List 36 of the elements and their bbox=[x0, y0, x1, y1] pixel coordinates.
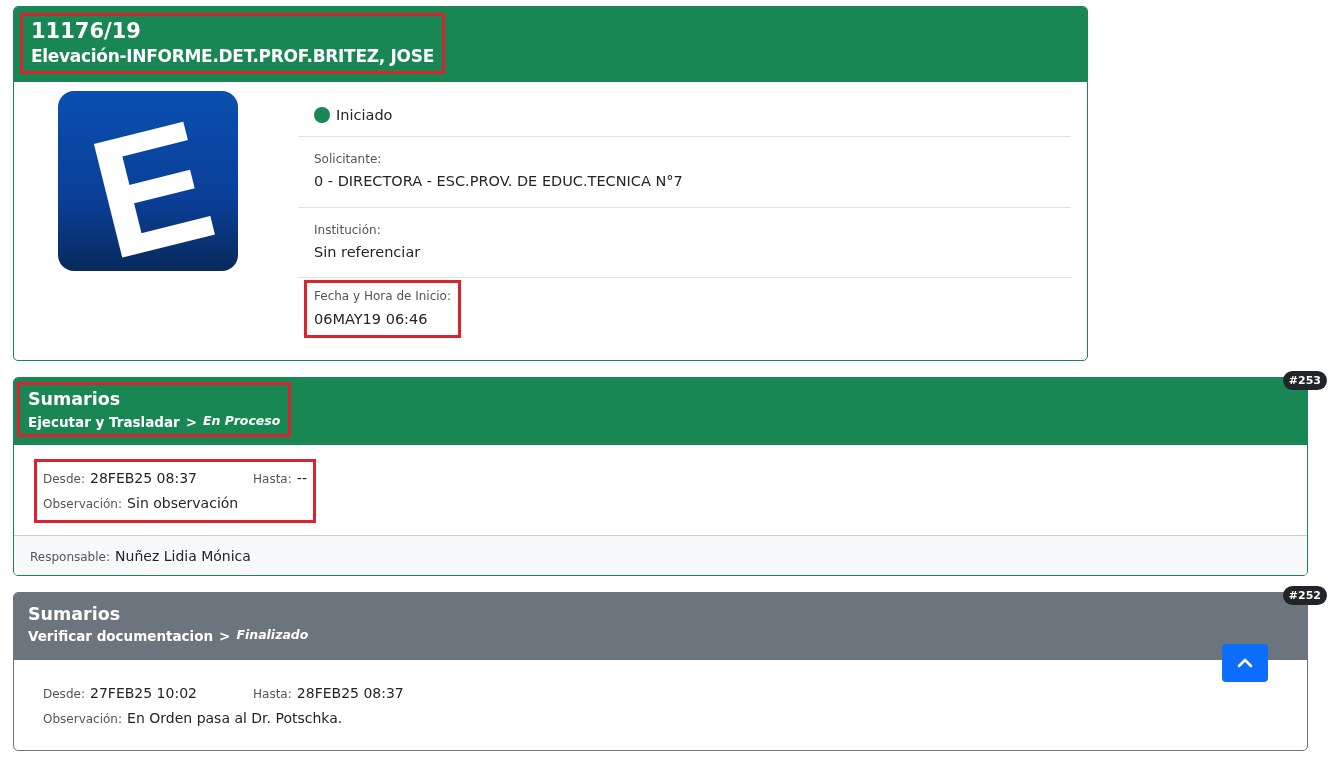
separator-glyph: > bbox=[185, 412, 198, 432]
step-area: Sumarios bbox=[28, 601, 309, 627]
field-label: Solicitante: bbox=[314, 150, 383, 168]
field-label: Fecha y Hora de Inicio: bbox=[314, 288, 451, 306]
field-label: Responsable: bbox=[30, 549, 110, 564]
field-value: 28FEB25 08:37 bbox=[296, 684, 404, 701]
field-value: Sin referenciar bbox=[314, 242, 421, 262]
field-label: Desde: bbox=[43, 471, 85, 486]
step-task: Verificar documentacion bbox=[28, 627, 214, 647]
step-number-badge: #253 bbox=[1282, 371, 1327, 391]
field-value: 06MAY19 06:46 bbox=[314, 309, 429, 329]
step-task: Ejecutar y Trasladar bbox=[28, 412, 180, 432]
field-label: Institución: bbox=[314, 221, 382, 239]
expediente-number: 11176/19 bbox=[31, 18, 142, 45]
step-area: Sumarios bbox=[28, 387, 281, 412]
field-value: 27FEB25 10:02 bbox=[90, 684, 197, 701]
chevron-up-icon bbox=[1237, 657, 1253, 669]
field-value: Nuñez Lidia Mónica bbox=[115, 547, 251, 564]
step-state: En Proceso bbox=[203, 411, 281, 430]
status-label: Iniciado bbox=[336, 106, 393, 126]
field-label: Observación: bbox=[43, 496, 122, 511]
field-value: -- bbox=[296, 469, 307, 486]
scroll-to-top-button[interactable] bbox=[1222, 644, 1268, 682]
separator-glyph: > bbox=[219, 627, 231, 647]
field-label: Hasta: bbox=[253, 471, 292, 486]
expediente-title: Elevación-INFORME.DET.PROF.BRITEZ, JOSE bbox=[31, 45, 434, 69]
field-value: 0 - DIRECTORA - ESC.PROV. DE EDUC.TECNICA N°7 bbox=[314, 171, 683, 191]
field-value: En Orden pasa al Dr. Potschka. bbox=[127, 709, 343, 726]
step-state: Finalizado bbox=[236, 626, 309, 645]
field-label: Hasta: bbox=[253, 686, 292, 701]
field-label: Observación: bbox=[43, 711, 122, 726]
field-value: Sin observación bbox=[127, 494, 239, 511]
field-label: Desde: bbox=[43, 686, 85, 701]
logo-icon: E bbox=[58, 91, 238, 272]
step-number-badge: #252 bbox=[1282, 585, 1327, 605]
field-value: 28FEB25 08:37 bbox=[90, 469, 197, 486]
